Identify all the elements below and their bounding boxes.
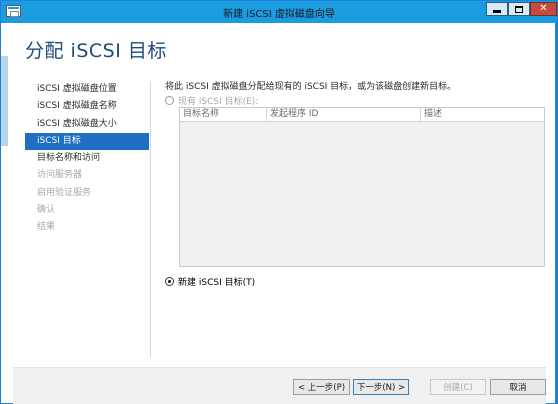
new-target-radio[interactable]	[165, 277, 174, 286]
existing-target-radio[interactable]	[165, 96, 174, 105]
nav-divider	[150, 81, 151, 357]
maximize-icon	[515, 5, 523, 13]
new-target-label: 新建 iSCSI 目标(T)	[178, 278, 256, 288]
column-header-initiator-id[interactable]: 发起程序 ID	[267, 108, 421, 121]
close-icon: ✕	[539, 3, 548, 14]
minimize-button[interactable]	[486, 2, 508, 16]
nav-item-disk-size[interactable]: iSCSI 虚拟磁盘大小	[25, 116, 149, 133]
title-bar[interactable]: 新建 iSCSI 虚拟磁盘向导 ✕	[1, 1, 557, 23]
page-description: 将此 iSCSI 虚拟磁盘分配给现有的 iSCSI 目标，或为该磁盘创建新目标。	[165, 82, 457, 92]
column-header-description[interactable]: 描述	[421, 108, 544, 121]
nav-item-results: 结果	[37, 222, 56, 233]
column-header-target-name[interactable]: 目标名称	[180, 108, 267, 121]
next-button[interactable]: 下一步(N) >	[353, 379, 409, 395]
window-title: 新建 iSCSI 虚拟磁盘向导	[223, 9, 335, 20]
existing-target-option[interactable]: 现有 iSCSI 目标(E):	[165, 94, 258, 107]
previous-button[interactable]: < 上一步(P)	[293, 379, 350, 395]
content-pane: 将此 iSCSI 虚拟磁盘分配给现有的 iSCSI 目标，或为该磁盘创建新目标。	[165, 79, 549, 92]
cancel-button[interactable]: 取消	[490, 379, 546, 395]
minimize-icon	[493, 9, 501, 13]
new-target-option[interactable]: 新建 iSCSI 目标(T)	[165, 275, 255, 288]
table-header: 目标名称 发起程序 ID 描述	[180, 108, 544, 122]
page-title: 分配 iSCSI 目标	[25, 40, 167, 62]
existing-target-label: 现有 iSCSI 目标(E):	[178, 97, 259, 107]
window-left-edge	[1, 56, 8, 146]
close-button[interactable]: ✕	[530, 2, 557, 16]
window-right-edge	[555, 23, 557, 403]
wizard-window: 新建 iSCSI 虚拟磁盘向导 ✕ 分配 iSCSI 目标 iSCSI 虚拟磁盘…	[0, 0, 558, 404]
nav-item-disk-name[interactable]: iSCSI 虚拟磁盘名称	[25, 98, 149, 115]
nav-item-enable-auth: 启用验证服务	[37, 187, 92, 198]
nav-item-access-servers: 访问服务器	[37, 170, 83, 181]
nav-item-target-name-access[interactable]: 目标名称和访问	[25, 150, 149, 167]
targets-table[interactable]: 目标名称 发起程序 ID 描述	[179, 107, 545, 267]
create-button: 创建(C)	[430, 379, 486, 395]
nav-item-iscsi-target[interactable]: iSCSI 目标	[25, 132, 149, 151]
wizard-nav: iSCSI 虚拟磁盘位置 iSCSI 虚拟磁盘名称 iSCSI 虚拟磁盘大小 i…	[25, 81, 149, 237]
nav-item-disk-location[interactable]: iSCSI 虚拟磁盘位置	[25, 81, 149, 98]
maximize-button[interactable]	[508, 2, 530, 16]
nav-item-confirmation: 确认	[37, 205, 56, 216]
